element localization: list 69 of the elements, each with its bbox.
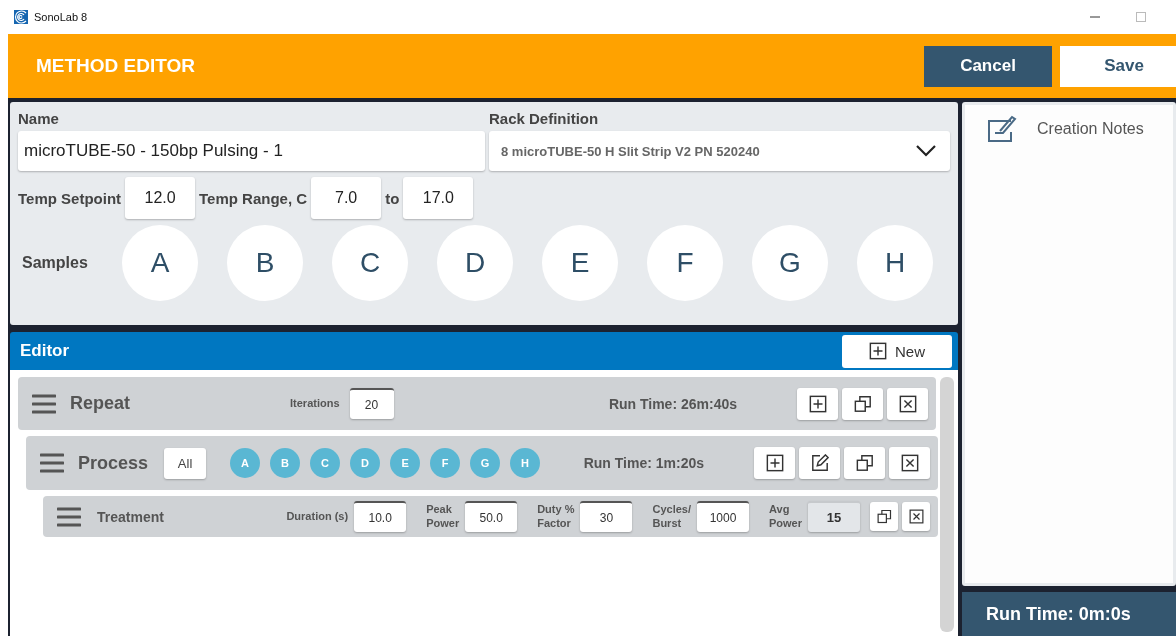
value-field[interactable]: 30	[580, 501, 633, 532]
add-button[interactable]	[797, 387, 838, 420]
step-title: Treatment	[97, 508, 164, 525]
delete-button[interactable]	[887, 387, 928, 420]
temp-max-field[interactable]: 17.0	[403, 177, 474, 219]
editor-title: Editor	[20, 341, 70, 361]
new-button[interactable]: New	[842, 334, 952, 368]
close-box-icon	[908, 509, 924, 524]
plus-box-icon	[869, 342, 887, 360]
sample-button[interactable]: B	[227, 225, 303, 301]
temp-min-field[interactable]: 7.0	[311, 177, 382, 219]
add-button[interactable]	[754, 447, 795, 479]
close-box-icon	[900, 454, 919, 472]
copy-icon	[876, 509, 892, 524]
value-field[interactable]: 10.0	[354, 501, 407, 532]
cancel-button[interactable]: Cancel	[924, 45, 1052, 87]
all-button[interactable]: All	[164, 447, 207, 479]
copy-button[interactable]	[844, 447, 885, 479]
field-label: Duty % Factor	[537, 503, 575, 530]
field-label: Iterations	[290, 396, 340, 411]
rack-dropdown[interactable]: 8 microTUBE-50 H Slit Strip V2 PN 520240	[489, 131, 950, 171]
copy-button[interactable]	[842, 387, 883, 420]
run-time: Run Time: 26m:40s	[608, 395, 737, 412]
sample-button[interactable]: D	[437, 225, 513, 301]
copy-button[interactable]	[870, 502, 898, 531]
sample-button[interactable]: C	[332, 225, 408, 301]
sample-button[interactable]: H	[857, 225, 933, 301]
sample-button[interactable]: E	[542, 225, 618, 301]
value-field[interactable]: 50.0	[465, 501, 518, 532]
field-label: Peak Power	[426, 503, 460, 530]
chevron-down-icon	[916, 145, 936, 157]
delete-button[interactable]	[889, 447, 930, 479]
drag-handle-icon[interactable]	[40, 453, 64, 473]
save-button[interactable]: Save	[1060, 45, 1176, 87]
samples-label: Samples	[21, 254, 89, 272]
value-field[interactable]: 1000	[697, 501, 749, 532]
plus-box-icon	[765, 454, 784, 472]
copy-icon	[853, 394, 872, 413]
sample-button[interactable]: A	[122, 225, 198, 301]
field-label: Temp Range, C	[199, 189, 308, 207]
field-label: to	[385, 189, 400, 207]
edit-icon	[810, 454, 829, 472]
sample-button[interactable]: G	[752, 225, 828, 301]
field-label: Avg Power	[769, 503, 802, 530]
name-field[interactable]: microTUBE-50 - 150bp Pulsing - 1	[18, 131, 485, 171]
step-title: Repeat	[70, 393, 131, 414]
drag-handle-icon[interactable]	[57, 506, 81, 527]
page-title: METHOD EDITOR	[36, 55, 196, 77]
app-logo-icon	[14, 10, 28, 24]
run-time: Run Time: 1m:20s	[583, 455, 704, 471]
temp-setpoint-field[interactable]: 12.0	[125, 177, 196, 219]
field-label: Duration (s)	[286, 509, 349, 524]
field-label: Name	[18, 110, 60, 127]
iterations-field[interactable]: 20	[349, 388, 394, 419]
scrollbar[interactable]	[940, 377, 954, 632]
field-label: Rack Definition	[489, 110, 600, 127]
notes-title: Creation Notes	[1037, 120, 1144, 138]
total-run-time: Run Time: 0m:0s	[986, 603, 1131, 625]
close-box-icon	[898, 394, 917, 413]
value-field: 15	[808, 501, 860, 532]
field-label: Cycles/ Burst	[652, 503, 691, 530]
sample-button[interactable]: F	[647, 225, 723, 301]
edit-button[interactable]	[799, 447, 840, 479]
window-title: SonoLab 8	[34, 11, 88, 23]
step-title: Process	[78, 452, 149, 474]
plus-box-icon	[808, 394, 827, 413]
copy-icon	[855, 454, 874, 472]
drag-handle-icon[interactable]	[32, 393, 56, 414]
field-label: Temp Setpoint	[18, 189, 122, 207]
